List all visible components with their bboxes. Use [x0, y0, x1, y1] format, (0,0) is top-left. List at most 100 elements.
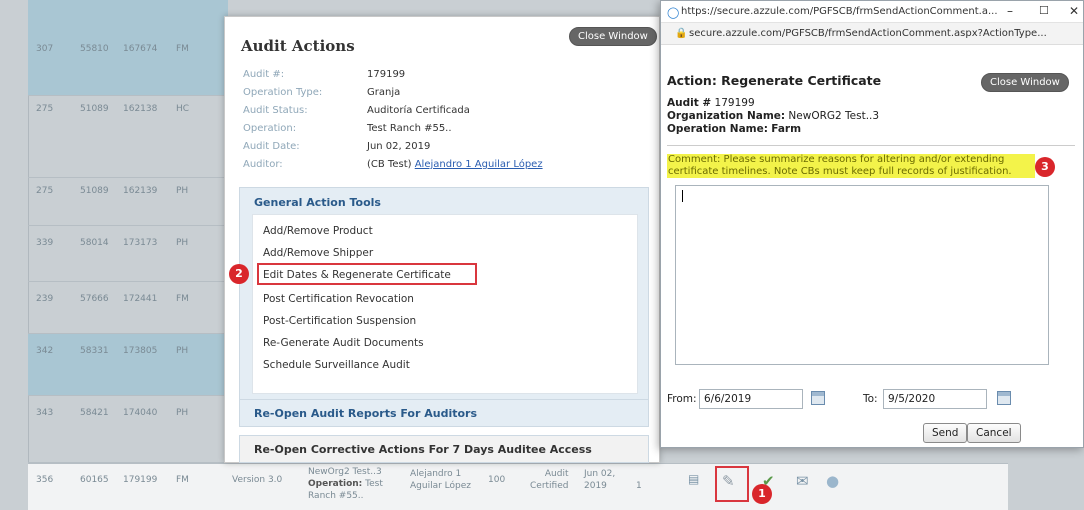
popup-audit-label: Audit # — [667, 97, 712, 109]
info-value: (CB Test) Alejandro 1 Aguilar López — [367, 159, 543, 170]
tool-regenerate-docs[interactable]: Re-Generate Audit Documents — [263, 337, 424, 349]
tool-add-remove-shipper[interactable]: Add/Remove Shipper — [263, 247, 373, 259]
row-type: PH — [176, 346, 189, 356]
popup-org-label: Organization Name: — [667, 110, 786, 122]
row-number: 343 — [36, 408, 54, 418]
popup-audit-value: 179199 — [714, 97, 755, 109]
row-date-line2: 2019 — [584, 481, 607, 491]
row-type: FM — [176, 294, 189, 304]
info-label: Audit #: — [243, 69, 285, 80]
from-calendar-icon[interactable] — [811, 391, 825, 405]
tools-heading: General Action Tools — [254, 196, 381, 209]
popup-org-name: Organization Name: NewORG2 Test..3 — [667, 110, 879, 122]
action-title: Action: Regenerate Certificate — [667, 73, 882, 88]
tool-highlight-box — [257, 263, 477, 285]
row-cert-id: 179199 — [123, 475, 158, 485]
window-titlebar: ◯ https://secure.azzule.com/PGFSCB/frmSe… — [661, 1, 1083, 23]
row-number: 356 — [36, 475, 54, 485]
row-type: PH — [176, 238, 189, 248]
to-calendar-icon[interactable] — [997, 391, 1011, 405]
row-org-op-value: Test — [365, 479, 383, 489]
minimize-icon[interactable]: – — [1007, 4, 1013, 18]
window-title: https://secure.azzule.com/PGFSCB/frmSend… — [681, 6, 998, 17]
row-cert-id: 174040 — [123, 408, 158, 418]
info-value: Test Ranch #55.. — [367, 123, 452, 134]
row-cert-id: 173173 — [123, 238, 158, 248]
auditor-prefix: (CB Test) — [367, 159, 412, 170]
text-caret — [682, 190, 683, 202]
reopen-corrective-actions-section[interactable]: Re-Open Corrective Actions For 7 Days Au… — [239, 435, 649, 463]
step-badge-1: 1 — [752, 484, 772, 504]
globe-icon[interactable]: ● — [826, 472, 839, 490]
popup-org-value: NewORG2 Test..3 — [788, 110, 880, 122]
popup-operation-name: Operation Name: Farm — [667, 123, 801, 135]
table-row[interactable]: 343 58421 174040 PH — [28, 396, 228, 463]
row-number: 275 — [36, 104, 54, 114]
row-status: Audit Certified — [530, 468, 568, 492]
auditor-link[interactable]: Alejandro 1 Aguilar López — [415, 159, 543, 170]
to-date-input[interactable]: 9/5/2020 — [883, 389, 987, 409]
address-url: secure.azzule.com/PGFSCB/frmSendActionCo… — [689, 28, 1047, 39]
row-cert-id: 162139 — [123, 186, 158, 196]
row-org-op-label: Operation: — [308, 479, 363, 489]
table-row[interactable]: 342 58331 173805 PH — [28, 334, 228, 396]
lock-icon: 🔒 — [675, 28, 688, 39]
row-date: Jun 02, 2019 — [584, 468, 615, 492]
from-date-input[interactable]: 6/6/2019 — [699, 389, 803, 409]
row-score: 100 — [488, 475, 506, 485]
popup-close-button[interactable]: Close Window — [981, 73, 1069, 92]
icon-highlight-box — [715, 466, 749, 502]
table-row[interactable]: 275 51089 162138 HC — [28, 96, 228, 178]
row-type: HC — [176, 104, 190, 114]
tool-post-cert-suspension[interactable]: Post-Certification Suspension — [263, 315, 416, 327]
table-row[interactable]: 239 57666 172441 FM — [28, 282, 228, 334]
table-row[interactable]: 339 58014 173173 PH — [28, 226, 228, 282]
row-type: FM — [176, 475, 189, 485]
row-audit-id: 51089 — [80, 186, 109, 196]
row-status-line2: Certified — [530, 481, 569, 491]
row-audit-id: 60165 — [80, 475, 109, 485]
popup-audit-number: Audit # 179199 — [667, 97, 755, 109]
row-audit-id: 57666 — [80, 294, 109, 304]
maximize-icon[interactable]: ☐ — [1039, 4, 1049, 17]
mail-icon[interactable]: ✉ — [796, 472, 809, 490]
row-org-name: NewOrg2 Test..3 — [308, 467, 382, 477]
table-row[interactable]: 307 55810 167674 FM — [28, 0, 228, 96]
close-icon[interactable]: ✕ — [1069, 4, 1079, 18]
cancel-button[interactable]: Cancel — [967, 423, 1021, 443]
tool-schedule-surveillance[interactable]: Schedule Surveillance Audit — [263, 359, 410, 371]
table-row[interactable]: 275 51089 162139 PH — [28, 178, 228, 226]
row-auditor: Alejandro 1 Aguilar López — [410, 468, 471, 492]
row-cert-id: 167674 — [123, 44, 158, 54]
close-window-button[interactable]: Close Window — [569, 27, 657, 46]
step-badge-2: 2 — [229, 264, 249, 284]
info-value: Jun 02, 2019 — [367, 141, 431, 152]
table-row-selected[interactable]: 356 60165 179199 FM Version 3.0 NewOrg2 … — [28, 463, 1008, 510]
reopen-audit-reports-section[interactable]: Re-Open Audit Reports For Auditors — [239, 399, 649, 427]
row-audit-id: 51089 — [80, 104, 109, 114]
row-count: 1 — [636, 481, 642, 491]
tool-post-cert-revocation[interactable]: Post Certification Revocation — [263, 293, 414, 305]
tool-add-remove-product[interactable]: Add/Remove Product — [263, 225, 373, 237]
info-label: Operation Type: — [243, 87, 323, 98]
row-type: PH — [176, 408, 189, 418]
row-number: 342 — [36, 346, 54, 356]
info-value: Granja — [367, 87, 401, 98]
row-type: PH — [176, 186, 189, 196]
info-label: Audit Date: — [243, 141, 300, 152]
address-bar[interactable]: 🔒 secure.azzule.com/PGFSCB/frmSendAction… — [661, 23, 1083, 45]
popup-op-value: Farm — [771, 123, 802, 135]
info-label: Operation: — [243, 123, 297, 134]
row-org-ranch: Ranch #55.. — [308, 491, 364, 501]
comment-textarea[interactable] — [675, 185, 1049, 365]
info-value: Auditoría Certificada — [367, 105, 470, 116]
row-audit-id: 58421 — [80, 408, 109, 418]
general-action-tools: General Action Tools Add/Remove Product … — [239, 187, 649, 402]
send-button[interactable]: Send — [923, 423, 968, 443]
row-audit-id: 58014 — [80, 238, 109, 248]
row-org: NewOrg2 Test..3 Operation: Test Ranch #5… — [308, 466, 383, 502]
document-icon[interactable]: ▤ — [688, 472, 699, 486]
audit-actions-panel: Audit Actions Close Window Audit #: 1791… — [224, 16, 660, 463]
row-auditor-line1: Alejandro 1 — [410, 469, 462, 479]
row-cert-id: 172441 — [123, 294, 158, 304]
